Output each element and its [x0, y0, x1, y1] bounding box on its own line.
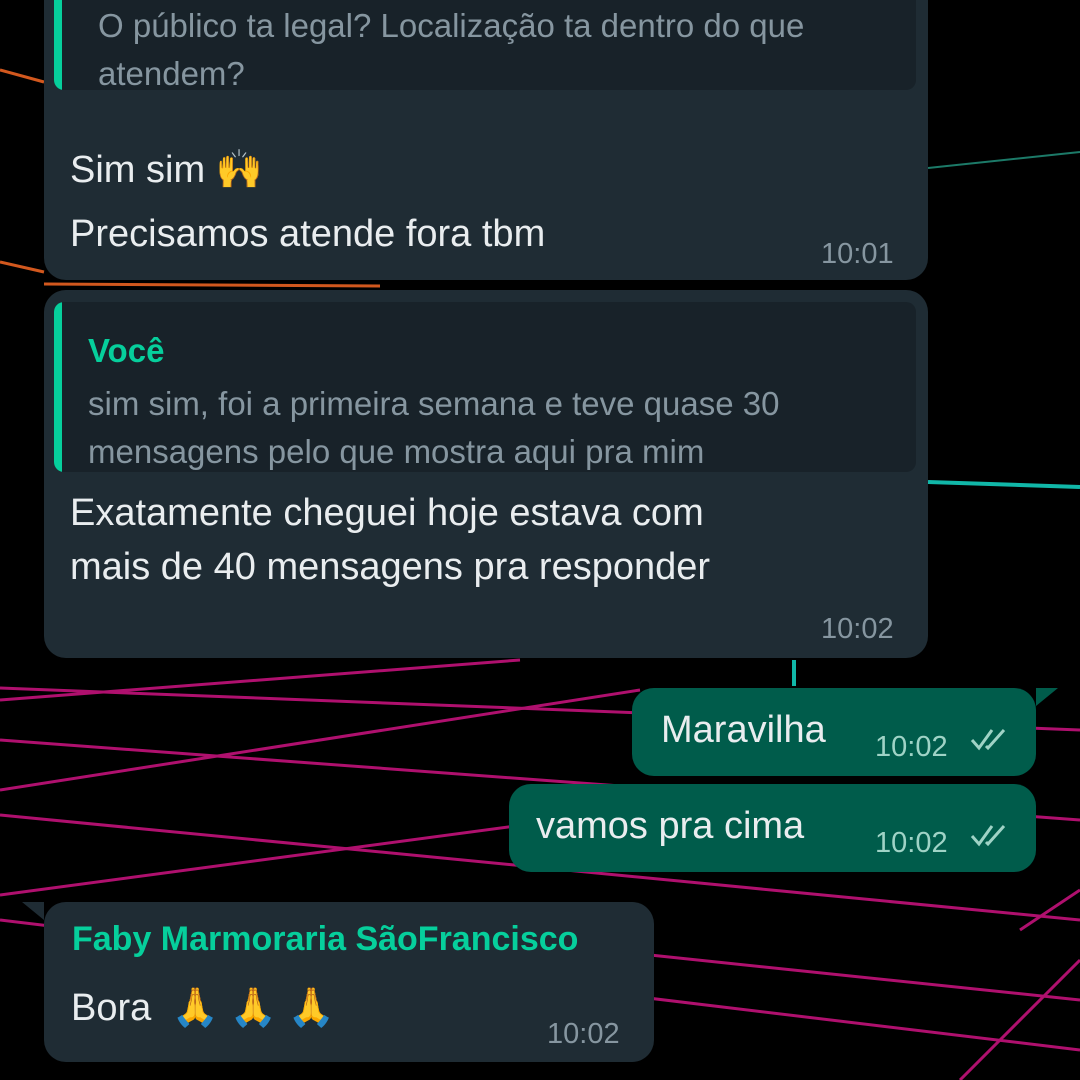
incoming-message-bubble[interactable]: O público ta legal? Localização ta dentr…	[44, 0, 928, 280]
quoted-message-text: sim sim, foi a primeira semana e teve qu…	[88, 385, 780, 470]
incoming-message-bubble[interactable]: Faby Marmoraria SãoFrancisco Bora 🙏 🙏 🙏 …	[44, 902, 654, 1062]
bubble-tail	[1036, 688, 1058, 706]
quoted-message[interactable]: O público ta legal? Localização ta dentr…	[54, 0, 916, 90]
message-text-line: mais de 40 mensagens pra responder	[70, 546, 711, 588]
quoted-message[interactable]: Você sim sim, foi a primeira semana e te…	[54, 302, 916, 472]
quoted-message-text: O público ta legal? Localização ta dentr…	[98, 7, 805, 90]
message-text: Bora	[71, 987, 152, 1029]
message-timestamp: 10:02	[875, 827, 948, 859]
message-text: Sim sim	[70, 149, 206, 191]
outgoing-message-bubble[interactable]: Maravilha 10:02	[632, 688, 1036, 776]
quote-accent-bar	[54, 302, 62, 472]
message-text-line: Bora 🙏 🙏 🙏	[71, 986, 335, 1030]
message-text: Maravilha	[661, 709, 826, 751]
folded-hands-emoji: 🙏 🙏 🙏	[171, 987, 335, 1029]
double-check-icon	[970, 822, 1012, 855]
message-text: vamos pra cima	[536, 805, 805, 847]
message-timestamp: 10:02	[821, 613, 894, 645]
quoted-message-author: Você	[88, 332, 165, 369]
message-timestamp: 10:01	[821, 238, 894, 270]
raising-hands-emoji: 🙌	[215, 149, 263, 191]
chat-screen: O público ta legal? Localização ta dentr…	[0, 0, 1080, 1080]
message-timestamp: 10:02	[875, 731, 948, 763]
incoming-message-bubble[interactable]: Você sim sim, foi a primeira semana e te…	[44, 290, 928, 658]
message-timestamp: 10:02	[547, 1018, 620, 1050]
double-check-icon	[970, 726, 1012, 759]
message-text-line: Exatamente cheguei hoje estava com	[70, 492, 704, 534]
quote-accent-bar	[54, 0, 62, 90]
message-text-line: Precisamos atende fora tbm	[70, 213, 546, 255]
sender-name[interactable]: Faby Marmoraria SãoFrancisco	[72, 920, 578, 959]
bubble-tail	[22, 902, 44, 920]
message-text-line: Sim sim 🙌	[70, 148, 263, 192]
outgoing-message-bubble[interactable]: vamos pra cima 10:02	[509, 784, 1036, 872]
